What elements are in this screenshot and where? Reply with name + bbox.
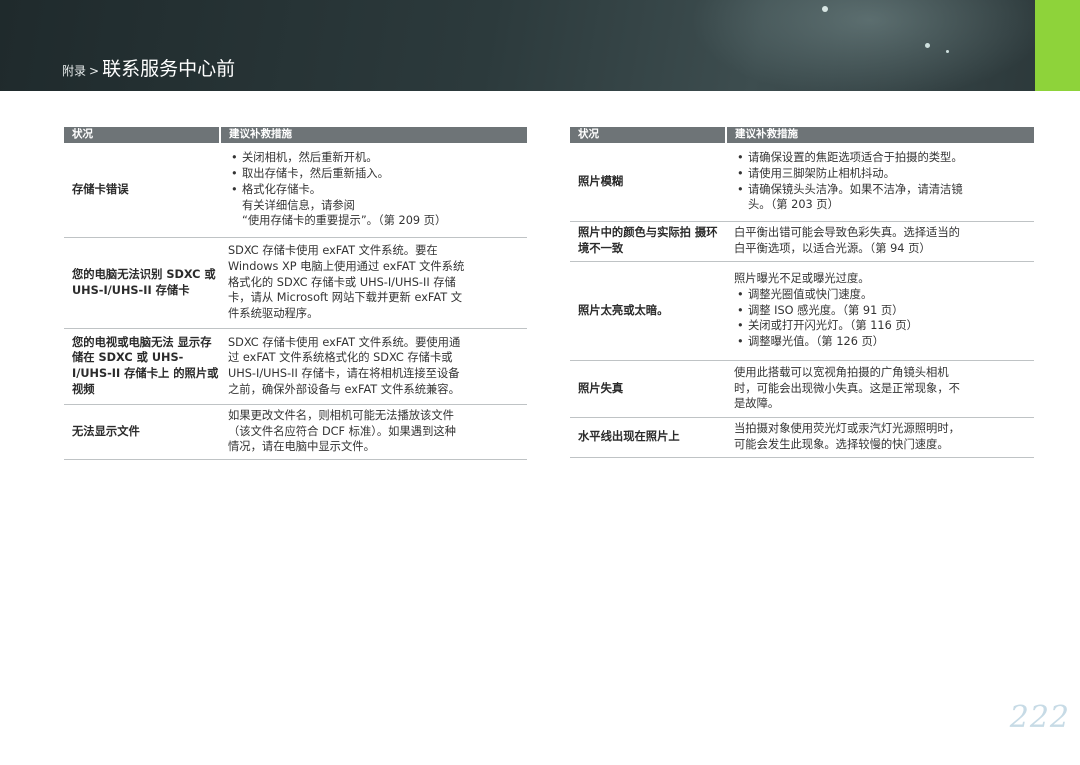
page-header: 附录 > 联系服务中心前	[0, 0, 1080, 91]
header-sparkle	[822, 6, 828, 12]
condition-cell: 您的电视或电脑无法 显示存储在 SDXC 或 UHS-I/UHS-II 存储卡上…	[64, 328, 220, 405]
solution-cell: 照片曝光不足或曝光过度。 调整光圈值或快门速度。 调整 ISO 感光度。（第 9…	[726, 261, 1034, 361]
solution-bullet: 关闭或打开闪光灯。（第 116 页）	[734, 318, 1034, 334]
header-light-decoration	[690, 0, 1050, 91]
condition-cell: 照片太亮或太暗。	[570, 261, 726, 361]
solution-bullet: 请确保镜头头洁净。如果不洁净，请清洁镜	[734, 182, 1034, 198]
solution-cell: 如果更改文件名，则相机可能无法播放该文件 （该文件名应符合 DCF 标准）。如果…	[220, 404, 527, 460]
left-troubleshooting-table: 状况 建议补救措施 存储卡错误 关闭相机，然后重新开机。 取出存储卡，然后重新插…	[64, 127, 527, 460]
solution-cell: 请确保设置的焦距选项适合于拍摄的类型。 请使用三脚架防止相机抖动。 请确保镜头头…	[726, 143, 1034, 222]
condition-cell: 水平线出现在照片上	[570, 417, 726, 458]
solution-text: 头。（第 203 页）	[748, 198, 839, 212]
solution-cell: 关闭相机，然后重新开机。 取出存储卡，然后重新插入。 格式化存储卡。 有关详细信…	[220, 143, 527, 238]
solution-bullet: 关闭相机，然后重新开机。	[228, 150, 527, 166]
table-row: 存储卡错误 关闭相机，然后重新开机。 取出存储卡，然后重新插入。 格式化存储卡。…	[64, 143, 527, 238]
solution-cell: 使用此搭载可以宽视角拍摄的广角镜头相机 时，可能会出现微小失真。这是正常现象，不…	[726, 360, 1034, 418]
header-sparkle	[925, 43, 930, 48]
table-row: 您的电脑无法识别 SDXC 或 UHS-I/UHS-II 存储卡 SDXC 存储…	[64, 237, 527, 329]
table-row: 您的电视或电脑无法 显示存储在 SDXC 或 UHS-I/UHS-II 存储卡上…	[64, 328, 527, 405]
condition-cell: 照片中的颜色与实际拍 摄环境不一致	[570, 221, 726, 262]
page-title: 联系服务中心前	[102, 58, 236, 80]
condition-cell: 无法显示文件	[64, 404, 220, 460]
solution-bullet: 请使用三脚架防止相机抖动。	[734, 166, 1034, 182]
column-header-solution: 建议补救措施	[220, 127, 527, 143]
column-header-solution: 建议补救措施	[726, 127, 1034, 143]
solution-text: 照片曝光不足或曝光过度。	[734, 272, 870, 286]
table-row: 水平线出现在照片上 当拍摄对象使用荧光灯或汞汽灯光源照明时， 可能会发生此现象。…	[570, 417, 1034, 458]
table-row: 无法显示文件 如果更改文件名，则相机可能无法播放该文件 （该文件名应符合 DCF…	[64, 404, 527, 460]
solution-cell: SDXC 存储卡使用 exFAT 文件系统。要使用通 过 exFAT 文件系统格…	[220, 328, 527, 405]
condition-cell: 您的电脑无法识别 SDXC 或 UHS-I/UHS-II 存储卡	[64, 237, 220, 329]
breadcrumb: 附录 > 联系服务中心前	[62, 54, 235, 81]
breadcrumb-section[interactable]: 附录	[62, 64, 86, 78]
solution-bullet: 调整 ISO 感光度。（第 91 页）	[734, 303, 1034, 319]
condition-cell: 照片失真	[570, 360, 726, 418]
table-row: 照片模糊 请确保设置的焦距选项适合于拍摄的类型。 请使用三脚架防止相机抖动。 请…	[570, 143, 1034, 222]
solution-bullet: 请确保设置的焦距选项适合于拍摄的类型。	[734, 150, 1034, 166]
solution-bullet: 调整光圈值或快门速度。	[734, 287, 1034, 303]
condition-cell: 存储卡错误	[64, 143, 220, 238]
solution-bullet: 取出存储卡，然后重新插入。	[228, 166, 527, 182]
solution-text: “使用存储卡的重要提示”。（第 209 页）	[242, 214, 447, 228]
solution-cell: SDXC 存储卡使用 exFAT 文件系统。要在 Windows XP 电脑上使…	[220, 237, 527, 329]
solution-cell: 白平衡出错可能会导致色彩失真。选择适当的 白平衡选项，以适合光源。（第 94 页…	[726, 221, 1034, 262]
breadcrumb-separator: >	[89, 64, 100, 78]
condition-cell: 照片模糊	[570, 143, 726, 222]
table-row: 照片中的颜色与实际拍 摄环境不一致 白平衡出错可能会导致色彩失真。选择适当的 白…	[570, 221, 1034, 262]
table-row: 照片太亮或太暗。 照片曝光不足或曝光过度。 调整光圈值或快门速度。 调整 ISO…	[570, 261, 1034, 361]
solution-text: 有关详细信息，请参阅	[242, 198, 355, 212]
solution-bullet: 调整曝光值。（第 126 页）	[734, 334, 1034, 350]
solution-bullet: 格式化存储卡。	[228, 182, 527, 198]
right-troubleshooting-table: 状况 建议补救措施 照片模糊 请确保设置的焦距选项适合于拍摄的类型。 请使用三脚…	[570, 127, 1034, 458]
column-header-condition: 状况	[64, 127, 221, 143]
page-number: 222	[1009, 700, 1070, 735]
header-sparkle	[946, 50, 949, 53]
solution-cell: 当拍摄对象使用荧光灯或汞汽灯光源照明时， 可能会发生此现象。选择较慢的快门速度。	[726, 417, 1034, 458]
table-row: 照片失真 使用此搭载可以宽视角拍摄的广角镜头相机 时，可能会出现微小失真。这是正…	[570, 360, 1034, 418]
column-header-condition: 状况	[570, 127, 727, 143]
header-accent-bar	[1035, 0, 1080, 91]
